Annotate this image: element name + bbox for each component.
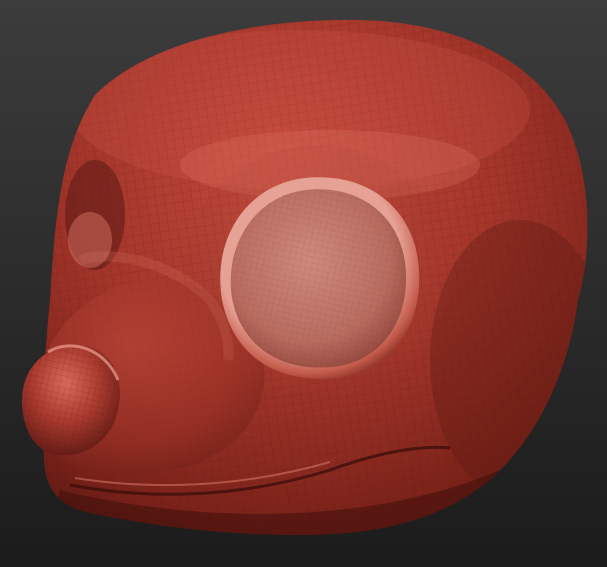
3d-viewport[interactable] [0,0,607,567]
sculpt-eye-right[interactable] [183,145,453,395]
eye-wire [230,189,407,368]
viewport-canvas[interactable] [0,0,607,567]
